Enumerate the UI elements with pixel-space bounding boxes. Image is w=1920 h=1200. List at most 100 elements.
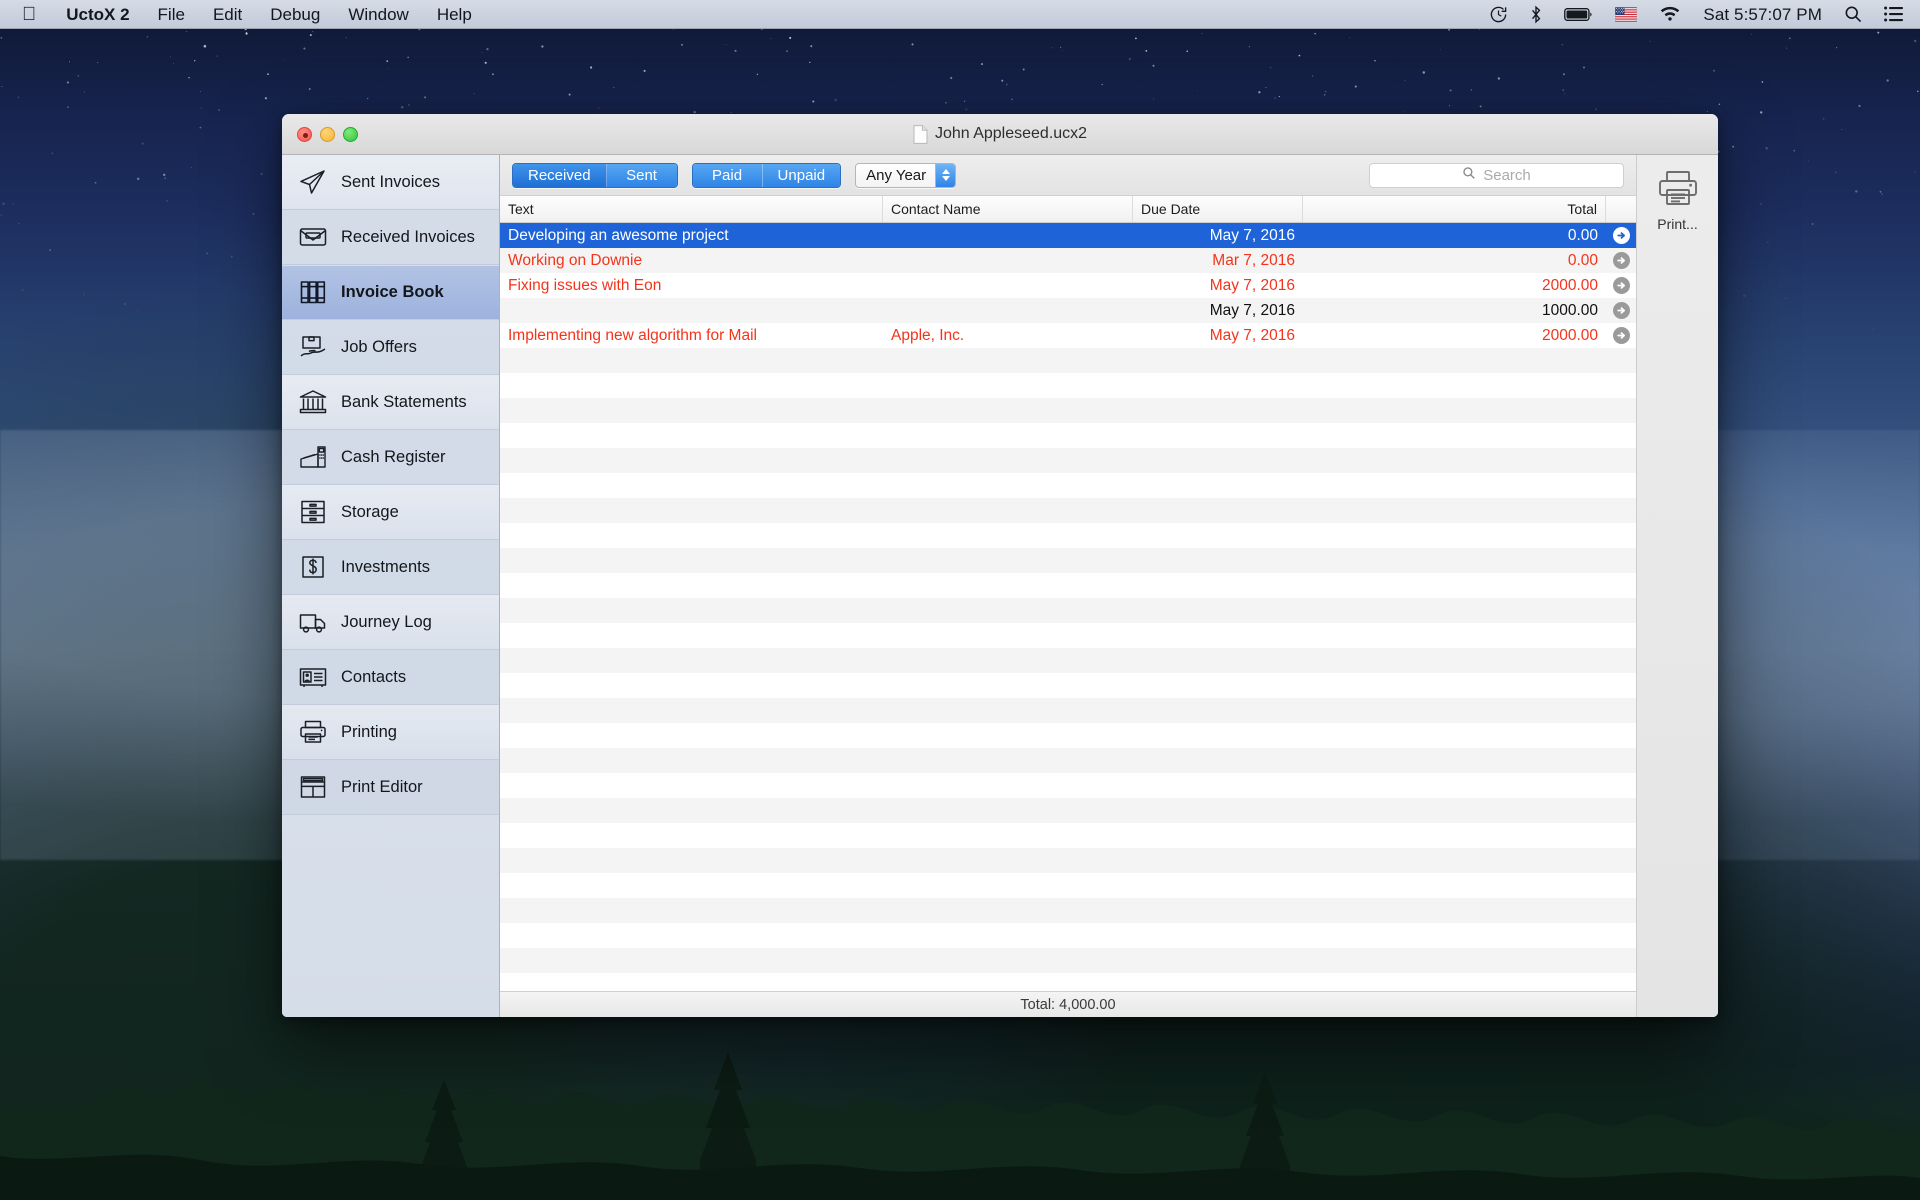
table-row-empty[interactable] <box>500 498 1636 523</box>
table-row-empty[interactable] <box>500 398 1636 423</box>
zoom-button[interactable] <box>343 126 358 142</box>
table-row[interactable]: Developing an awesome project May 7, 2016… <box>500 223 1636 248</box>
battery-icon[interactable] <box>1564 7 1593 22</box>
column-header-due-date[interactable]: Due Date <box>1133 196 1303 222</box>
box-hand-icon <box>298 332 328 362</box>
disclosure-arrow-icon[interactable] <box>1606 277 1636 294</box>
disclosure-arrow-icon[interactable] <box>1606 252 1636 269</box>
sidebar-item-label: Storage <box>341 502 399 521</box>
menu-bar-clock[interactable]: Sat 5:57:07 PM <box>1703 0 1822 29</box>
sidebar: Sent Invoices Received Invoices Invoice … <box>282 155 500 1017</box>
table-row-empty[interactable] <box>500 573 1636 598</box>
table-row-empty[interactable] <box>500 898 1636 923</box>
right-tool-pane: Print... <box>1636 155 1718 1017</box>
bluetooth-icon[interactable] <box>1530 5 1542 24</box>
close-button[interactable] <box>297 126 312 142</box>
search-icon <box>1462 166 1476 185</box>
menu-item-window[interactable]: Window <box>334 0 422 29</box>
segment-received[interactable]: Received <box>513 163 607 187</box>
table-row-empty[interactable] <box>500 698 1636 723</box>
column-header-total[interactable]: Total <box>1303 196 1606 222</box>
table-row-empty[interactable] <box>500 673 1636 698</box>
main-content: Received Sent Paid Unpaid Any Year Searc… <box>500 155 1636 1017</box>
sidebar-item-investments[interactable]: Investments <box>282 540 499 595</box>
table-row-empty[interactable] <box>500 798 1636 823</box>
sidebar-item-received-invoices[interactable]: Received Invoices <box>282 210 499 265</box>
table-row-empty[interactable] <box>500 848 1636 873</box>
sidebar-item-label: Cash Register <box>341 447 446 466</box>
search-icon[interactable] <box>1844 5 1862 23</box>
menu-item-help[interactable]: Help <box>423 0 486 29</box>
segment-paid[interactable]: Paid <box>692 163 763 187</box>
cell-due-date: May 7, 2016 <box>1209 301 1295 319</box>
table-row-empty[interactable] <box>500 348 1636 373</box>
sidebar-item-job-offers[interactable]: Job Offers <box>282 320 499 375</box>
table-row[interactable]: Implementing new algorithm for Mail Apple… <box>500 323 1636 348</box>
direction-filter-segmented-control[interactable]: Received Sent <box>512 162 678 188</box>
us-flag-input-icon[interactable] <box>1615 6 1638 22</box>
table-row-empty[interactable] <box>500 973 1636 991</box>
search-input[interactable]: Search <box>1369 162 1624 188</box>
disclosure-arrow-icon[interactable] <box>1606 302 1636 319</box>
table-row-empty[interactable] <box>500 423 1636 448</box>
table-row-empty[interactable] <box>500 923 1636 948</box>
sidebar-item-printing[interactable]: Printing <box>282 705 499 760</box>
table-row-empty[interactable] <box>500 373 1636 398</box>
table-row-empty[interactable] <box>500 948 1636 973</box>
table-row-empty[interactable] <box>500 648 1636 673</box>
notification-center-list-icon[interactable] <box>1884 6 1904 22</box>
minimize-button[interactable] <box>320 126 335 142</box>
table-row-empty[interactable] <box>500 823 1636 848</box>
column-header-contact-name[interactable]: Contact Name <box>883 196 1133 222</box>
payment-filter-segmented-control[interactable]: Paid Unpaid <box>691 162 842 188</box>
table-row-empty[interactable] <box>500 873 1636 898</box>
time-machine-icon[interactable] <box>1489 5 1508 24</box>
menu-item-edit[interactable]: Edit <box>199 0 256 29</box>
sidebar-item-label: Invoice Book <box>341 282 444 301</box>
sidebar-item-sent-invoices[interactable]: Sent Invoices <box>282 155 499 210</box>
table-row-empty[interactable] <box>500 748 1636 773</box>
menu-item-app-name[interactable]: UctoX 2 <box>52 0 143 29</box>
table-row-empty[interactable] <box>500 473 1636 498</box>
sidebar-item-contacts[interactable]: Contacts <box>282 650 499 705</box>
segment-sent[interactable]: Sent <box>606 163 677 187</box>
disclosure-arrow-icon[interactable] <box>1606 227 1636 244</box>
wifi-icon[interactable] <box>1659 6 1681 22</box>
cell-total: 2000.00 <box>1541 276 1598 294</box>
window-title-bar[interactable]: John Appleseed.ucx2 <box>282 114 1718 155</box>
table-row-empty[interactable] <box>500 623 1636 648</box>
year-filter-value: Any Year <box>866 166 927 184</box>
content-toolbar: Received Sent Paid Unpaid Any Year Searc… <box>500 155 1636 196</box>
menu-item-file[interactable]: File <box>144 0 199 29</box>
table-row[interactable]: Fixing issues with Eon May 7, 2016 2000.00 <box>500 273 1636 298</box>
sidebar-item-storage[interactable]: Storage <box>282 485 499 540</box>
sidebar-item-journey-log[interactable]: Journey Log <box>282 595 499 650</box>
table-row[interactable]: Working on Downie Mar 7, 2016 0.00 <box>500 248 1636 273</box>
sidebar-item-label: Sent Invoices <box>341 172 441 191</box>
table-row-empty[interactable] <box>500 523 1636 548</box>
column-header-text[interactable]: Text <box>500 196 883 222</box>
sidebar-item-invoice-book[interactable]: Invoice Book <box>282 265 499 320</box>
menu-bar-left:  UctoX 2 File Edit Debug Window Help <box>0 0 486 29</box>
sidebar-item-cash-register[interactable]: Cash Register <box>282 430 499 485</box>
table-row-empty[interactable] <box>500 723 1636 748</box>
contact-card-icon <box>298 662 328 692</box>
sidebar-item-bank-statements[interactable]: Bank Statements <box>282 375 499 430</box>
cell-total: 0.00 <box>1567 251 1598 269</box>
sidebar-item-label: Contacts <box>341 667 407 686</box>
invoice-table[interactable]: Developing an awesome project May 7, 2016… <box>500 223 1636 991</box>
apple-logo-icon[interactable]:  <box>0 0 52 29</box>
disclosure-arrow-icon[interactable] <box>1606 327 1636 344</box>
status-bar-total: Total: 4,000.00 <box>1020 996 1116 1013</box>
print-button[interactable]: Print... <box>1656 169 1700 232</box>
sidebar-item-print-editor[interactable]: Print Editor <box>282 760 499 815</box>
table-row[interactable]: May 7, 2016 1000.00 <box>500 298 1636 323</box>
table-row-empty[interactable] <box>500 448 1636 473</box>
binders-icon <box>298 277 328 307</box>
year-filter-popup-button[interactable]: Any Year <box>855 162 957 188</box>
segment-unpaid[interactable]: Unpaid <box>762 163 841 187</box>
table-row-empty[interactable] <box>500 773 1636 798</box>
table-row-empty[interactable] <box>500 548 1636 573</box>
menu-item-debug[interactable]: Debug <box>256 0 334 29</box>
table-row-empty[interactable] <box>500 598 1636 623</box>
